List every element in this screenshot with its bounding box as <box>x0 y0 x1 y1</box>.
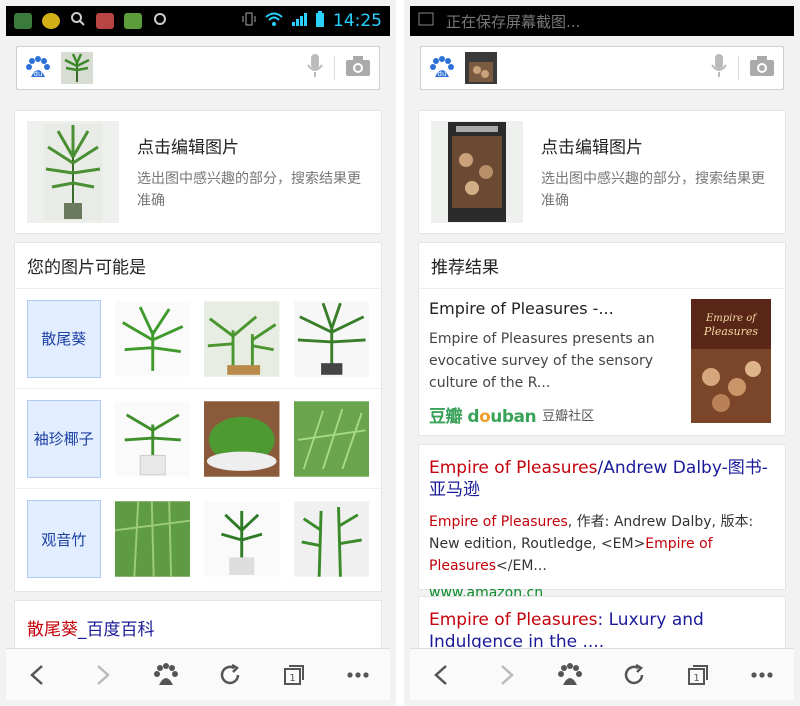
search-result[interactable]: Empire of Pleasures/Andrew Dalby-图书-亚马逊 … <box>418 444 786 601</box>
bottom-toolbar: 1 <box>410 648 794 700</box>
signal-icon <box>291 11 307 31</box>
divider <box>334 56 335 80</box>
microphone-icon[interactable] <box>306 53 324 83</box>
guess-row: 散尾葵 <box>15 289 381 389</box>
guess-image[interactable] <box>114 300 191 378</box>
left-screenshot: 14:25 du 点击编辑图片 选出图中感兴趣的部分，搜索结果更准确 您的图片可… <box>0 0 396 706</box>
guess-tag[interactable]: 观音竹 <box>27 500 101 578</box>
refresh-icon[interactable] <box>614 655 654 695</box>
app-notification-icon <box>96 13 114 29</box>
guess-row: 袖珍椰子 <box>15 389 381 489</box>
back-icon[interactable] <box>18 655 58 695</box>
baike-title-keyword[interactable]: 散尾葵 <box>27 620 78 640</box>
recommend-source-name: 豆瓣社区 <box>542 409 595 424</box>
screenshot-notification: 正在保存屏幕截图... <box>446 12 581 31</box>
microphone-icon[interactable] <box>710 53 728 83</box>
guess-image[interactable] <box>114 500 191 578</box>
guess-image[interactable] <box>204 500 280 578</box>
recommend-title: 推荐结果 <box>419 243 785 289</box>
guess-tag[interactable]: 散尾葵 <box>27 299 101 378</box>
notification-icon <box>14 13 32 29</box>
result-title[interactable]: Empire of Pleasures/Andrew Dalby-图书-亚马逊 <box>429 457 775 501</box>
recommend-item[interactable]: Empire of Pleasures -... Empire of Pleas… <box>419 289 785 437</box>
book-cover-image[interactable]: Empire of Pleasures <box>691 299 771 423</box>
recommend-card: 推荐结果 Empire of Pleasures -... Empire of … <box>418 242 786 436</box>
app-notification-icon <box>42 13 60 29</box>
camera-icon[interactable] <box>749 55 775 81</box>
svg-text:1: 1 <box>693 673 699 684</box>
search-notification-icon <box>70 11 86 31</box>
more-icon[interactable] <box>338 655 378 695</box>
guess-tag[interactable]: 袖珍椰子 <box>27 399 101 478</box>
settings-notification-icon <box>152 11 168 31</box>
svg-text:Empire of: Empire of <box>705 313 758 324</box>
svg-text:1: 1 <box>289 673 295 684</box>
query-image[interactable] <box>431 121 523 223</box>
edit-image-subtitle: 选出图中感兴趣的部分，搜索结果更准确 <box>137 170 361 209</box>
search-box[interactable]: du <box>16 46 380 90</box>
edit-image-subtitle: 选出图中感兴趣的部分，搜索结果更准确 <box>541 170 765 209</box>
search-box[interactable]: du <box>420 46 784 90</box>
right-screenshot: 正在保存屏幕截图... du 点击编辑图片 选出图中感兴趣的部分，搜索结果更准确… <box>404 0 800 706</box>
tabs-icon[interactable]: 1 <box>678 655 718 695</box>
edit-image-card[interactable]: 点击编辑图片 选出图中感兴趣的部分，搜索结果更准确 <box>418 110 786 234</box>
edit-image-title: 点击编辑图片 <box>541 137 643 158</box>
bottom-toolbar: 1 <box>6 648 390 700</box>
more-icon[interactable] <box>742 655 782 695</box>
baike-title-suffix[interactable]: _百度百科 <box>78 620 155 640</box>
forward-icon[interactable] <box>486 655 526 695</box>
divider <box>738 56 739 80</box>
vibrate-icon <box>241 11 257 31</box>
image-guess-card: 您的图片可能是 散尾葵 袖珍椰子 观音竹 <box>14 242 382 592</box>
guess-image[interactable] <box>204 300 280 378</box>
svg-text:Pleasures: Pleasures <box>703 325 758 338</box>
tabs-icon[interactable]: 1 <box>274 655 314 695</box>
clock: 14:25 <box>333 11 382 31</box>
back-icon[interactable] <box>422 655 462 695</box>
edit-image-card[interactable]: 点击编辑图片 选出图中感兴趣的部分，搜索结果更准确 <box>14 110 382 234</box>
guess-row: 观音竹 <box>15 489 381 589</box>
query-image-thumbnail[interactable] <box>465 52 497 84</box>
image-guess-title: 您的图片可能是 <box>15 243 381 289</box>
baidu-logo-icon: du <box>25 55 51 81</box>
wifi-icon <box>265 11 283 31</box>
guess-image[interactable] <box>293 500 369 578</box>
douban-logo: 豆瓣 douban <box>429 407 537 427</box>
status-bar: 正在保存屏幕截图... <box>410 6 794 36</box>
refresh-icon[interactable] <box>210 655 250 695</box>
guess-image[interactable] <box>204 400 280 478</box>
query-image-thumbnail[interactable] <box>61 52 93 84</box>
screenshot-notification-icon <box>418 12 434 30</box>
svg-text:du: du <box>34 70 43 78</box>
camera-icon[interactable] <box>345 55 371 81</box>
query-image[interactable] <box>27 121 119 223</box>
baidu-logo-icon: du <box>429 55 455 81</box>
result-title[interactable]: Empire of Pleasures: Luxury and Indulgen… <box>429 609 775 653</box>
status-bar: 14:25 <box>6 6 390 36</box>
baidu-paw-icon[interactable] <box>550 655 590 695</box>
forward-icon[interactable] <box>82 655 122 695</box>
svg-text:du: du <box>438 70 447 78</box>
baidu-paw-icon[interactable] <box>146 655 186 695</box>
guess-image[interactable] <box>293 300 369 378</box>
battery-icon <box>315 10 325 32</box>
app-notification-icon <box>124 13 142 29</box>
guess-image[interactable] <box>114 400 191 478</box>
result-snippet: Empire of Pleasures, 作者: Andrew Dalby, 版… <box>429 514 754 574</box>
edit-image-title: 点击编辑图片 <box>137 137 239 158</box>
guess-image[interactable] <box>293 400 369 478</box>
recommend-item-snippet: Empire of Pleasures presents an evocativ… <box>429 331 655 391</box>
